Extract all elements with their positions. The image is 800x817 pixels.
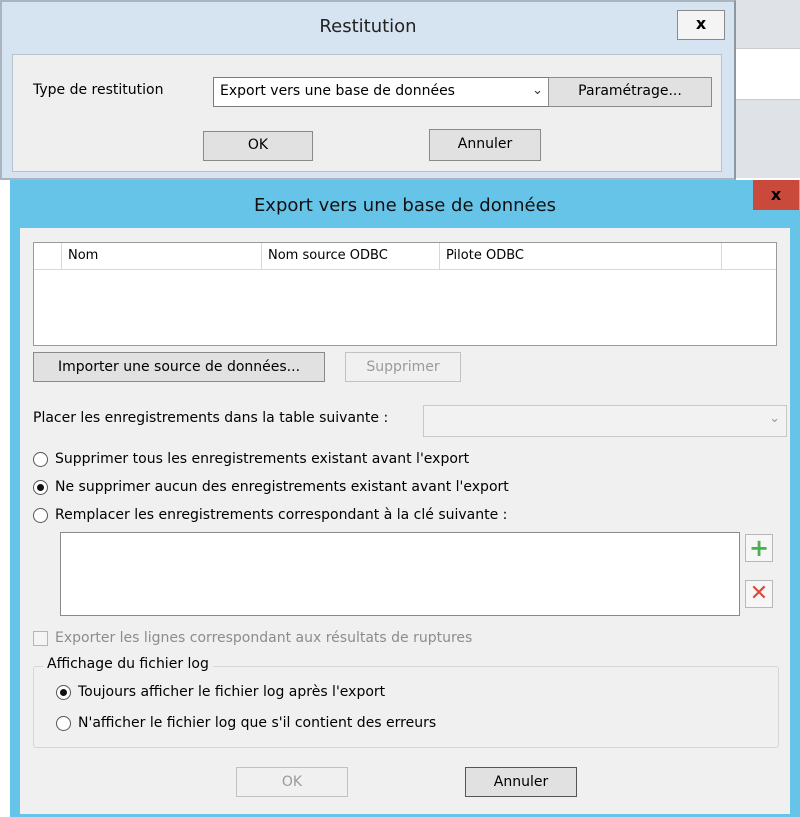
datasource-list-header: Nom Nom source ODBC Pilote ODBC [34,243,776,270]
radio-always-show-log[interactable] [56,685,71,700]
radio-replace-by-key[interactable] [33,508,48,523]
background-window [728,0,800,178]
delete-x-icon: ✕ [749,581,769,606]
restitution-close-button[interactable]: x [677,10,725,40]
radio-delete-all-label[interactable]: Supprimer tous les enregistrements exist… [55,451,469,467]
column-header-odbc-driver[interactable]: Pilote ODBC [440,243,722,269]
radio-delete-none-label[interactable]: Ne supprimer aucun des enregistrements e… [55,479,509,495]
export-cancel-button[interactable]: Annuler [465,767,577,797]
log-group-title: Affichage du fichier log [43,656,213,672]
plus-icon: + [748,534,770,562]
export-title: Export vers une base de données [253,195,557,216]
chevron-down-icon: ⌄ [769,411,780,426]
close-icon: x [770,185,782,204]
export-close-button[interactable]: x [753,180,799,210]
type-restitution-label: Type de restitution [33,82,164,98]
chevron-down-icon: ⌄ [532,83,543,98]
target-table-select[interactable]: ⌄ [423,405,787,437]
log-display-group [33,666,779,748]
radio-replace-by-key-label[interactable]: Remplacer les enregistrements correspond… [55,507,507,523]
import-datasource-button[interactable]: Importer une source de données... [33,352,325,382]
type-restitution-value: Export vers une base de données [220,83,455,99]
restitution-body: Type de restitution Export vers une base… [12,54,722,172]
type-restitution-select[interactable]: Export vers une base de données ⌄ [213,77,550,107]
add-key-button[interactable]: + [745,534,773,562]
list-select-column [34,243,62,269]
column-header-nom[interactable]: Nom [62,243,262,269]
close-icon: x [695,14,707,33]
restitution-title: Restitution [319,16,417,37]
datasource-list[interactable]: Nom Nom source ODBC Pilote ODBC [33,242,777,346]
export-breaks-label: Exporter les lignes correspondant aux ré… [55,630,473,646]
radio-show-log-on-error[interactable] [56,716,71,731]
restitution-ok-button[interactable]: OK [203,131,313,161]
remove-key-button[interactable]: ✕ [745,580,773,608]
radio-always-show-log-label[interactable]: Toujours afficher le fichier log après l… [78,684,385,700]
restitution-cancel-button[interactable]: Annuler [429,129,541,161]
column-header-odbc-source[interactable]: Nom source ODBC [262,243,440,269]
export-ok-button[interactable]: OK [236,767,348,797]
restitution-dialog: Restitution x Type de restitution Export… [0,0,736,180]
radio-show-log-on-error-label[interactable]: N'afficher le fichier log que s'il conti… [78,715,436,731]
radio-delete-none[interactable] [33,480,48,495]
radio-delete-all[interactable] [33,452,48,467]
target-table-label: Placer les enregistrements dans la table… [33,410,389,426]
delete-datasource-button[interactable]: Supprimer [345,352,461,382]
export-breaks-checkbox[interactable] [33,631,48,646]
parametrage-button[interactable]: Paramétrage... [548,77,712,107]
key-fields-list[interactable] [60,532,740,616]
